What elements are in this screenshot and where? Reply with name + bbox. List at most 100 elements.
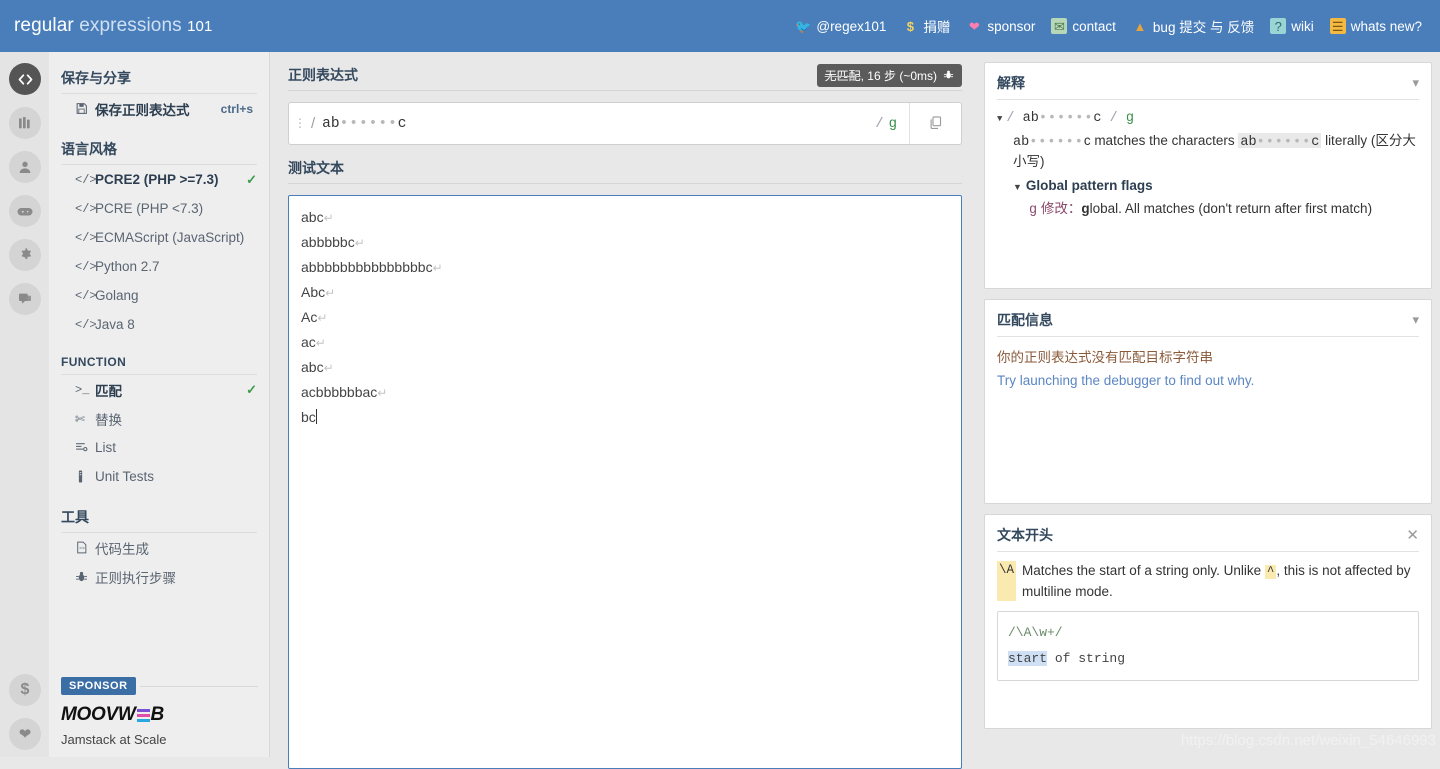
chevron-down-icon[interactable]: ▾ (1412, 312, 1419, 328)
chevron-down-icon[interactable]: ▾ (1412, 75, 1419, 91)
nav-item-wiki[interactable]: ? wiki (1264, 14, 1320, 38)
test-line: Abc↵ (301, 280, 949, 305)
sidebar-item-tool-debugger[interactable]: 正则执行步骤 (61, 562, 257, 591)
bug-icon[interactable] (943, 69, 954, 83)
code-icon: </> (75, 289, 95, 303)
match-information-card: 匹配信息 ▾ 你的正则表达式没有匹配目标字符串 Try launching th… (984, 299, 1432, 504)
pilcrow-icon: ↵ (355, 236, 365, 250)
explanation-body: ▼/ ab••••••c / g ab••••••c matches the c… (997, 100, 1419, 220)
rail-item-account[interactable] (9, 151, 41, 183)
triangle-down-icon[interactable]: ▼ (997, 114, 1002, 124)
sidebar-item-flavor-pcre[interactable]: </> PCRE (PHP <7.3) (61, 194, 257, 223)
rail-item-library[interactable] (9, 107, 41, 139)
sidebar-item-tool-code-generator[interactable]: <> 代码生成 (61, 533, 257, 562)
explanation-flags-row[interactable]: ▼ Global pattern flags (997, 176, 1419, 197)
explanation-pattern-dots: •••••• (1039, 111, 1094, 126)
sidebar-label-function-list: List (95, 440, 257, 455)
text-caret (316, 409, 317, 424)
sponsor-badge: SPONSOR (61, 677, 136, 695)
rail-item-favorite[interactable]: ❤ (9, 718, 41, 750)
nav-label-sponsor: sponsor (987, 19, 1035, 34)
sponsor-logo-left: MOOVW (61, 704, 136, 726)
regex-flags[interactable]: / g (875, 103, 909, 144)
left-icon-rail: $ ❤ (0, 52, 49, 757)
sidebar-item-flavor-python[interactable]: </> Python 2.7 (61, 252, 257, 281)
nav-item-sponsor[interactable]: ❤ sponsor (960, 14, 1041, 38)
warning-icon: ▲ (1132, 18, 1148, 34)
sidebar-label-flavor-ecmascript: ECMAScript (JavaScript) (95, 230, 257, 245)
explanation-pattern-row[interactable]: ▼/ ab••••••c / g (997, 109, 1419, 129)
code-icon: </> (75, 260, 95, 274)
explanation-card: 解释 ▾ ▼/ ab••••••c / g ab••••••c matches … (984, 62, 1432, 289)
close-icon[interactable]: ✕ (1406, 528, 1419, 543)
code-icon: </> (75, 231, 95, 245)
quick-reference-token-caret: ^ (1265, 565, 1277, 579)
nav-item-twitter[interactable]: 🐦 @regex101 (789, 14, 892, 38)
rail-item-settings[interactable] (9, 239, 41, 271)
drag-handle-icon[interactable]: ⋮ (289, 103, 311, 144)
sidebar-item-function-list[interactable]: List (61, 433, 257, 462)
site-logo[interactable]: regular expressions 101 (14, 15, 212, 37)
sidebar-item-function-match[interactable]: >_ 匹配 ✓ (61, 375, 257, 404)
code-icon (17, 71, 34, 88)
regex-pattern-suffix: c (398, 116, 407, 132)
regex-input-row[interactable]: ⋮ / ab••••••c / g (288, 102, 962, 145)
explanation-literal-row: ab••••••c matches the characters ab•••••… (997, 131, 1419, 171)
nav-item-bugreport[interactable]: ▲ bug 提交 与 反馈 (1126, 12, 1260, 40)
regex-pattern-prefix: ab (322, 116, 339, 132)
regex-input[interactable]: ab••••••c (315, 103, 875, 144)
twitter-icon: 🐦 (795, 18, 811, 34)
sidebar-label-save-regex: 保存正则表达式 (95, 99, 221, 119)
community-icon (17, 291, 33, 307)
pilcrow-icon: ↵ (324, 211, 334, 225)
pilcrow-icon: ↵ (317, 311, 327, 325)
test-line: acbbbbbbac↵ (301, 380, 949, 405)
dollar-icon: $ (902, 18, 918, 34)
regex-panel-title: 正则表达式 (288, 65, 358, 85)
explanation-literal-dots: •••••• (1029, 135, 1084, 150)
test-line-text: ac (301, 334, 316, 350)
rail-item-code[interactable] (9, 63, 41, 95)
top-header-bar: regular expressions 101 🐦 @regex101 $ 捐赠… (0, 0, 1440, 52)
quick-reference-title: 文本开头 (997, 525, 1053, 545)
nav-item-donate[interactable]: $ 捐赠 (896, 12, 956, 40)
sponsor-logo-right: B (151, 704, 164, 726)
save-icon (75, 102, 95, 115)
test-line-text: acbbbbbbac (301, 384, 377, 400)
sponsor-block[interactable]: SPONSOR MOOVW B Jamstack at Scale (61, 677, 258, 747)
pilcrow-icon: ↵ (433, 261, 443, 275)
sidebar-item-flavor-golang[interactable]: </> Golang (61, 281, 257, 310)
sidebar-panel: 保存与分享 保存正则表达式 ctrl+s 语言风格 </> PCRE2 (PHP… (49, 52, 270, 757)
nav-item-whatsnew[interactable]: ☰ whats new? (1324, 14, 1428, 38)
explanation-flags-title: Global pattern flags (1026, 178, 1153, 193)
nav-item-contact[interactable]: ✉ contact (1045, 14, 1122, 38)
sidebar-item-flavor-ecmascript[interactable]: </> ECMAScript (JavaScript) (61, 223, 257, 252)
triangle-down-icon[interactable]: ▼ (1013, 182, 1022, 192)
sidebar-item-flavor-pcre2[interactable]: </> PCRE2 (PHP >=7.3) ✓ (61, 165, 257, 194)
library-icon (17, 115, 33, 131)
test-string-textarea[interactable]: abc↵ abbbbbc↵ abbbbbbbbbbbbbbbc↵ Abc↵ Ac… (288, 195, 962, 769)
logo-word-101: 101 (187, 18, 212, 35)
match-status-steps: , 16 步 (~0ms) (861, 69, 937, 83)
rail-item-donate[interactable]: $ (9, 674, 41, 706)
quick-reference-description: \A Matches the start of a string only. U… (997, 552, 1419, 601)
sidebar-item-function-unit-tests[interactable]: Unit Tests (61, 462, 257, 491)
scissors-icon: ✄ (75, 412, 95, 426)
pilcrow-icon: ↵ (325, 286, 335, 300)
rail-item-gamepad[interactable] (9, 195, 41, 227)
explanation-flag-letter: g (1029, 203, 1037, 218)
quick-reference-example-rest: of string (1047, 651, 1125, 666)
copy-button[interactable] (909, 103, 961, 144)
wiki-icon: ? (1270, 18, 1286, 34)
dollar-icon: $ (21, 681, 30, 699)
sidebar-item-flavor-java[interactable]: </> Java 8 (61, 310, 257, 339)
section-title-flavor: 语言风格 (61, 123, 257, 165)
match-status-badge[interactable]: 无匹配, 16 步 (~0ms) (817, 64, 962, 87)
sidebar-item-save-regex[interactable]: 保存正则表达式 ctrl+s (61, 94, 257, 123)
explanation-close-slash: / (1102, 111, 1126, 126)
rail-item-community[interactable] (9, 283, 41, 315)
test-panel-title: 测试文本 (288, 158, 344, 178)
test-line: abc↵ (301, 355, 949, 380)
sidebar-item-function-substitution[interactable]: ✄ 替换 (61, 404, 257, 433)
debugger-link[interactable]: Try launching the debugger to find out w… (997, 366, 1419, 388)
